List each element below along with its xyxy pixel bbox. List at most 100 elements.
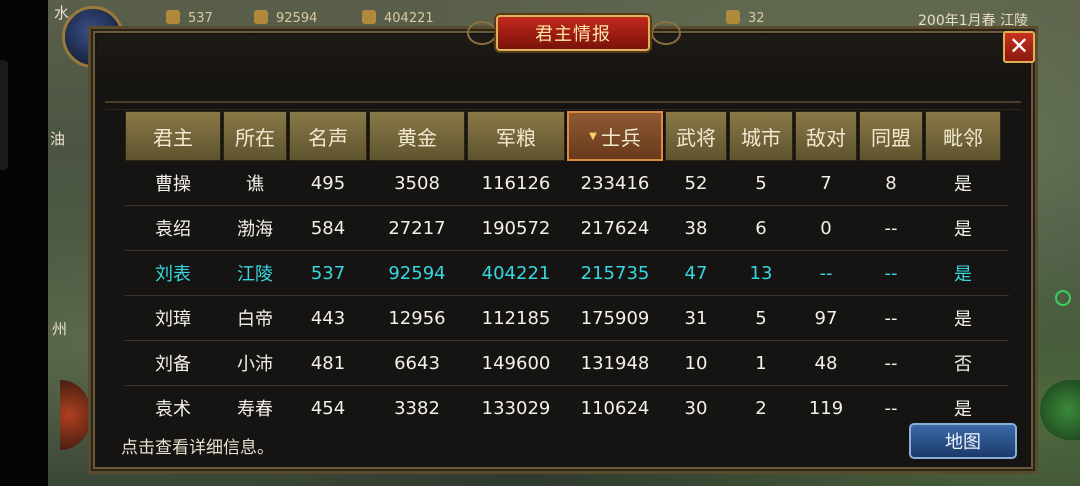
table-row[interactable]: 刘备 小沛 481 6643 149600 131948 10 1 48 -- 否 — [125, 341, 1009, 386]
table-cell: -- — [884, 397, 898, 419]
table-cell: 袁绍 — [155, 219, 191, 240]
table-row[interactable]: 袁绍 渤海 584 27217 190572 217624 38 6 0 -- 是 — [125, 206, 1009, 251]
table-cell: 97 — [814, 307, 838, 329]
side-handle[interactable] — [0, 60, 8, 170]
table-cell: 6 — [755, 217, 767, 239]
column-header-2[interactable]: 名声 — [289, 111, 367, 161]
table-cell: 3382 — [394, 397, 440, 419]
table-cell: 48 — [814, 352, 838, 374]
table-cell: 曹操 — [155, 174, 191, 195]
table-cell: 110624 — [580, 397, 650, 419]
title-ornament-right — [651, 21, 681, 45]
table-cell: 小沛 — [237, 354, 273, 375]
table-cell: 584 — [310, 217, 346, 239]
title-ornament-left — [467, 21, 497, 45]
map-button[interactable]: 地图 — [909, 423, 1017, 459]
table-cell: 刘表 — [155, 264, 191, 285]
scroll-icon — [726, 10, 740, 24]
table-row[interactable]: 刘璋 白帝 443 12956 112185 175909 31 5 97 -- 是 — [125, 296, 1009, 341]
table-cell: 5 — [755, 172, 767, 194]
fame-icon — [166, 10, 180, 24]
column-header-0[interactable]: 君主 — [125, 111, 221, 161]
column-header-label: 毗邻 — [943, 125, 983, 150]
resource-gold: 92594 — [254, 10, 317, 26]
table-row[interactable]: 刘表 江陵 537 92594 404221 215735 47 13 -- -- 是 — [125, 251, 1009, 296]
table-cell: 481 — [310, 352, 346, 374]
table-cell: -- — [884, 262, 898, 284]
sort-caret-icon: ▼ — [589, 130, 597, 142]
map-label-water: 水 — [54, 4, 70, 22]
table-cell: 刘璋 — [155, 309, 191, 330]
column-header-label: 城市 — [741, 125, 781, 150]
table-cell: 6643 — [394, 352, 440, 374]
column-header-label: 名声 — [308, 125, 348, 150]
header-divider — [105, 101, 1021, 110]
hint-text: 点击查看详细信息。 — [121, 438, 274, 458]
table-cell: 537 — [310, 262, 346, 284]
gold-icon — [254, 10, 268, 24]
table-cell: 3508 — [394, 172, 440, 194]
table-cell: 131948 — [580, 352, 650, 374]
column-header-label: 军粮 — [496, 125, 536, 150]
table-cell: 27217 — [388, 217, 446, 239]
table-cell: 175909 — [580, 307, 650, 329]
table-cell: 1 — [755, 352, 767, 374]
close-button[interactable]: ✕ — [1003, 31, 1035, 63]
table-cell: 116126 — [481, 172, 551, 194]
table-cell: 233416 — [580, 172, 650, 194]
table-cell: 2 — [755, 397, 767, 419]
table-cell: 52 — [684, 172, 708, 194]
table-cell: 190572 — [481, 217, 551, 239]
table-cell: 30 — [684, 397, 708, 419]
table-cell: 38 — [684, 217, 708, 239]
column-header-9[interactable]: 同盟 — [859, 111, 923, 161]
column-header-label: 所在 — [235, 125, 275, 150]
table-row[interactable]: 曹操 谯 495 3508 116126 233416 52 5 7 8 是 — [125, 161, 1009, 206]
table-cell: 119 — [808, 397, 844, 419]
column-header-10[interactable]: 毗邻 — [925, 111, 1001, 161]
table-cell: 7 — [820, 172, 832, 194]
table-cell: 寿春 — [237, 399, 273, 419]
table-cell: 0 — [820, 217, 832, 239]
table-cell: 443 — [310, 307, 346, 329]
table-cell: 10 — [684, 352, 708, 374]
lord-table[interactable]: 君主 所在 名声 黄金 军粮 ▼ 士兵 武将 城市 敌对 同盟 毗邻 曹操谯 495 3508 116126… — [125, 111, 1009, 419]
column-header-label: 同盟 — [871, 125, 911, 150]
column-header-6[interactable]: 武将 — [665, 111, 727, 161]
column-header-label: 武将 — [676, 125, 716, 150]
resource-fame: 537 — [166, 10, 213, 26]
table-cell: 5 — [755, 307, 767, 329]
resource-generals: 32 — [726, 10, 765, 26]
column-header-8[interactable]: 敌对 — [795, 111, 857, 161]
table-cell: 是 — [954, 174, 972, 195]
table-cell: 495 — [310, 172, 346, 194]
table-cell: -- — [819, 262, 833, 284]
table-cell: 是 — [954, 399, 972, 419]
table-cell: 133029 — [481, 397, 551, 419]
table-cell: 白帝 — [237, 309, 273, 330]
table-cell: 8 — [885, 172, 897, 194]
table-cell: -- — [884, 352, 898, 374]
table-cell: 217624 — [580, 217, 650, 239]
resource-food: 404221 — [362, 10, 434, 26]
column-header-7[interactable]: 城市 — [729, 111, 793, 161]
column-header-3[interactable]: 黄金 — [369, 111, 465, 161]
table-cell: 是 — [954, 219, 972, 240]
table-cell: 31 — [684, 307, 708, 329]
table-cell: -- — [884, 217, 898, 239]
column-header-5[interactable]: ▼ 士兵 — [567, 111, 663, 161]
column-header-label: 黄金 — [397, 125, 437, 150]
panel-title: 君主情报 — [496, 15, 650, 51]
table-body[interactable]: 曹操谯 495 3508 116126 233416 52 5 7 8 是袁绍 渤海 584 27217… — [125, 161, 1009, 419]
table-cell: 12956 — [388, 307, 446, 329]
table-cell: 是 — [954, 309, 972, 330]
column-header-4[interactable]: 军粮 — [467, 111, 565, 161]
column-header-label: 君主 — [153, 125, 193, 150]
table-row[interactable]: 袁术 寿春 454 3382 133029 110624 30 2 119 -- 是 — [125, 386, 1009, 420]
table-cell: 是 — [954, 264, 972, 285]
food-icon — [362, 10, 376, 24]
column-header-1[interactable]: 所在 — [223, 111, 287, 161]
table-cell: 92594 — [388, 262, 446, 284]
table-cell: 47 — [684, 262, 708, 284]
map-label-zhou: 州 — [52, 320, 68, 338]
